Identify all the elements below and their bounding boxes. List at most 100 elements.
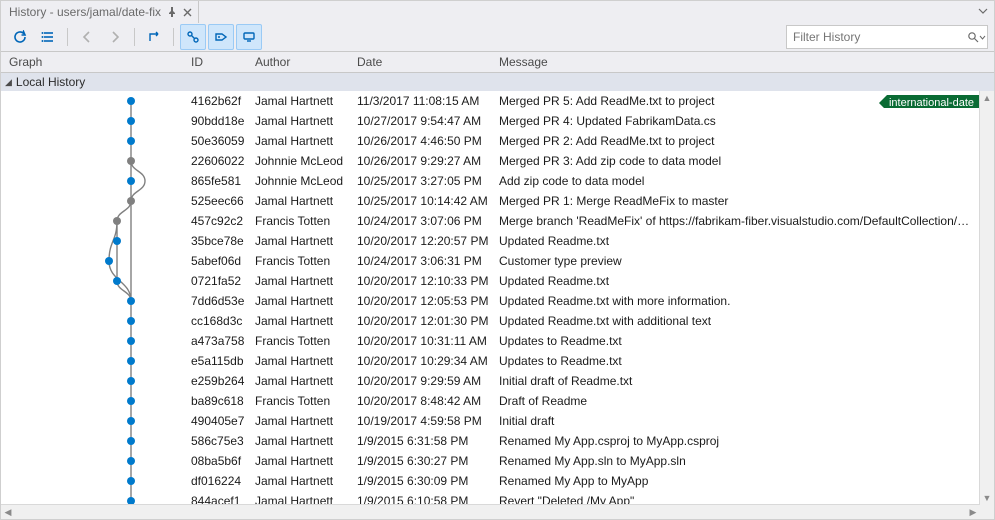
commit-author: Jamal Hartnett [255, 434, 357, 448]
commit-date: 1/9/2015 6:30:09 PM [357, 474, 499, 488]
commit-id: 7dd6d53e [191, 294, 255, 308]
titlebar: History - users/jamal/date-fix [1, 1, 994, 23]
scroll-up-icon[interactable]: ▲ [980, 91, 994, 105]
scroll-left-icon[interactable]: ◀ [1, 505, 15, 519]
commit-row[interactable]: 4162b62fJamal Hartnett11/3/2017 11:08:15… [1, 91, 980, 111]
commit-row[interactable]: 7dd6d53eJamal Hartnett10/20/2017 12:05:5… [1, 291, 980, 311]
commit-date: 10/20/2017 10:29:34 AM [357, 354, 499, 368]
commit-message-cell: Merged PR 3: Add zip code to data model [499, 154, 980, 168]
show-graph-toggle[interactable] [180, 24, 206, 50]
show-remote-toggle[interactable] [236, 24, 262, 50]
commit-row[interactable]: e5a115dbJamal Hartnett10/20/2017 10:29:3… [1, 351, 980, 371]
commit-row[interactable]: 457c92c2Francis Totten10/24/2017 3:07:06… [1, 211, 980, 231]
commit-date: 10/19/2017 4:59:58 PM [357, 414, 499, 428]
window-tab[interactable]: History - users/jamal/date-fix [1, 1, 199, 23]
commit-message-cell: Merged PR 2: Add ReadMe.txt to project [499, 134, 980, 148]
window-menu-icon[interactable] [978, 5, 988, 19]
commit-message: Initial draft [499, 414, 974, 428]
commit-author: Francis Totten [255, 334, 357, 348]
commit-id: 0721fa52 [191, 274, 255, 288]
commit-message-cell: Initial draft of Readme.txt [499, 374, 980, 388]
group-local-history[interactable]: ◢ Local History [1, 73, 994, 91]
branch-tag[interactable]: international-date [879, 95, 980, 108]
commit-id: 490405e7 [191, 414, 255, 428]
commit-row[interactable]: df016224Jamal Hartnett1/9/2015 6:30:09 P… [1, 471, 980, 491]
branch-arrow-button[interactable] [141, 24, 167, 50]
commit-message: Renamed My App.csproj to MyApp.csproj [499, 434, 974, 448]
commit-author: Jamal Hartnett [255, 374, 357, 388]
commit-row[interactable]: e259b264Jamal Hartnett10/20/2017 9:29:59… [1, 371, 980, 391]
commit-date: 1/9/2015 6:30:27 PM [357, 454, 499, 468]
commit-author: Jamal Hartnett [255, 354, 357, 368]
commit-row[interactable]: 865fe581Johnnie McLeod10/25/2017 3:27:05… [1, 171, 980, 191]
commit-row[interactable]: 0721fa52Jamal Hartnett10/20/2017 12:10:3… [1, 271, 980, 291]
commit-date: 10/25/2017 10:14:42 AM [357, 194, 499, 208]
commit-message-cell: Initial draft [499, 414, 980, 428]
pin-icon[interactable] [167, 7, 177, 17]
commit-id: a473a758 [191, 334, 255, 348]
close-icon[interactable] [183, 8, 192, 17]
commit-row[interactable]: 08ba5b6fJamal Hartnett1/9/2015 6:30:27 P… [1, 451, 980, 471]
nav-back-button[interactable] [74, 24, 100, 50]
search-icon[interactable] [965, 31, 987, 43]
list-view-button[interactable] [35, 24, 61, 50]
commit-message-cell: Updates to Readme.txt [499, 334, 980, 348]
commit-message-cell: Updates to Readme.txt [499, 354, 980, 368]
commit-author: Jamal Hartnett [255, 134, 357, 148]
nav-forward-button[interactable] [102, 24, 128, 50]
commit-message: Merged PR 1: Merge ReadMeFix to master [499, 194, 974, 208]
commit-author: Jamal Hartnett [255, 314, 357, 328]
commit-row[interactable]: 35bce78eJamal Hartnett10/20/2017 12:20:5… [1, 231, 980, 251]
show-tags-toggle[interactable] [208, 24, 234, 50]
commit-id: 90bdd18e [191, 114, 255, 128]
commit-message-cell: Renamed My App to MyApp [499, 474, 980, 488]
column-header-graph[interactable]: Graph [1, 55, 191, 69]
commit-date: 10/26/2017 4:46:50 PM [357, 134, 499, 148]
commit-author: Francis Totten [255, 214, 357, 228]
commit-row[interactable]: 586c75e3Jamal Hartnett1/9/2015 6:31:58 P… [1, 431, 980, 451]
column-header-message[interactable]: Message [499, 55, 994, 69]
column-header-id[interactable]: ID [191, 55, 255, 69]
commit-id: 35bce78e [191, 234, 255, 248]
commit-row[interactable]: 844acef1Jamal Hartnett1/9/2015 6:10:58 P… [1, 491, 980, 505]
vertical-scrollbar[interactable]: ▲ ▼ [979, 91, 994, 505]
commit-date: 11/3/2017 11:08:15 AM [357, 94, 499, 108]
commit-row[interactable]: 490405e7Jamal Hartnett10/19/2017 4:59:58… [1, 411, 980, 431]
commit-message: Renamed My App to MyApp [499, 474, 974, 488]
commit-id: 5abef06d [191, 254, 255, 268]
commit-row[interactable]: ba89c618Francis Totten10/20/2017 8:48:42… [1, 391, 980, 411]
commit-author: Jamal Hartnett [255, 234, 357, 248]
scroll-down-icon[interactable]: ▼ [980, 491, 994, 505]
commit-row[interactable]: a473a758Francis Totten10/20/2017 10:31:1… [1, 331, 980, 351]
commit-author: Johnnie McLeod [255, 174, 357, 188]
commit-author: Jamal Hartnett [255, 274, 357, 288]
commit-row[interactable]: cc168d3cJamal Hartnett10/20/2017 12:01:3… [1, 311, 980, 331]
commit-id: 50e36059 [191, 134, 255, 148]
commit-message: Updated Readme.txt with additional text [499, 314, 974, 328]
filter-history-field[interactable] [786, 25, 988, 49]
refresh-button[interactable] [7, 24, 33, 50]
column-header-date[interactable]: Date [357, 55, 499, 69]
scroll-right-icon[interactable]: ▶ [966, 505, 980, 519]
commit-row[interactable]: 5abef06dFrancis Totten10/24/2017 3:06:31… [1, 251, 980, 271]
commit-row[interactable]: 50e36059Jamal Hartnett10/26/2017 4:46:50… [1, 131, 980, 151]
filter-history-input[interactable] [787, 30, 965, 44]
commit-message-cell: Updated Readme.txt [499, 274, 980, 288]
commit-date: 10/20/2017 12:05:53 PM [357, 294, 499, 308]
table-header-row: Graph ID Author Date Message [1, 52, 994, 73]
column-header-author[interactable]: Author [255, 55, 357, 69]
horizontal-scrollbar[interactable]: ◀ ▶ [1, 504, 980, 519]
commit-row[interactable]: 525eec66Jamal Hartnett10/25/2017 10:14:4… [1, 191, 980, 211]
commit-date: 10/27/2017 9:54:47 AM [357, 114, 499, 128]
commit-message: Updated Readme.txt [499, 234, 974, 248]
commit-id: 865fe581 [191, 174, 255, 188]
toolbar-separator [173, 28, 174, 46]
commit-date: 1/9/2015 6:31:58 PM [357, 434, 499, 448]
commit-row[interactable]: 22606022Johnnie McLeod10/26/2017 9:29:27… [1, 151, 980, 171]
commit-row[interactable]: 90bdd18eJamal Hartnett10/27/2017 9:54:47… [1, 111, 980, 131]
commit-message: Customer type preview [499, 254, 974, 268]
commit-id: df016224 [191, 474, 255, 488]
toolbar-separator [134, 28, 135, 46]
commit-id: e5a115db [191, 354, 255, 368]
commit-author: Jamal Hartnett [255, 294, 357, 308]
